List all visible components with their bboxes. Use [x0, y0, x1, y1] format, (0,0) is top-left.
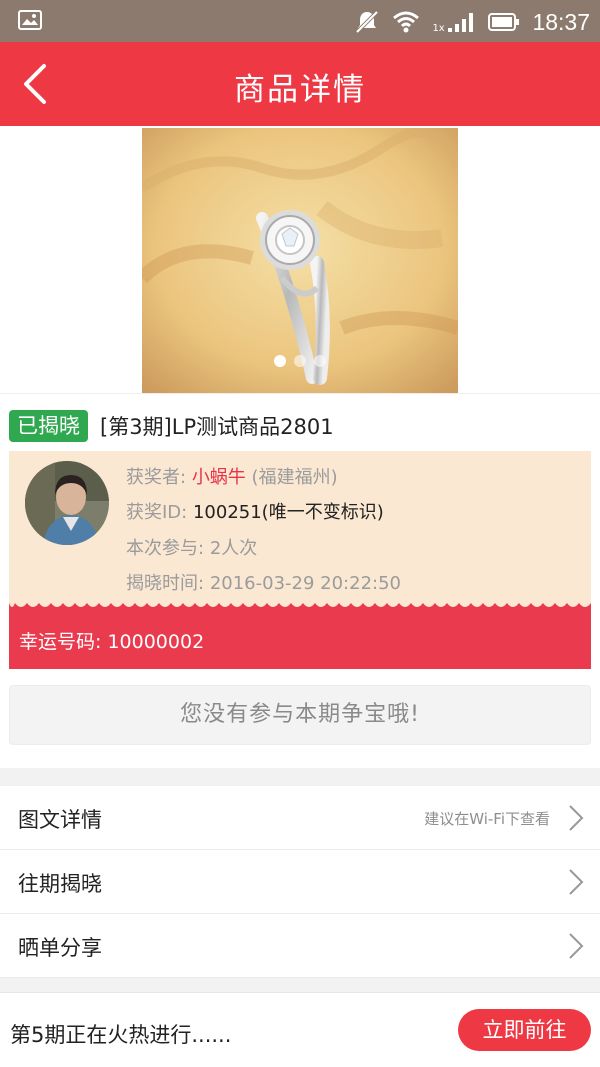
- page-title: 商品详情: [234, 72, 366, 108]
- status-bar: 1x 18:37: [0, 0, 600, 42]
- menu-item-past-results[interactable]: 往期揭晓: [0, 850, 600, 914]
- go-now-button[interactable]: 立即前往: [458, 1009, 591, 1051]
- menu-item-label: 往期揭晓: [18, 872, 102, 896]
- lucky-number-value: 10000002: [107, 631, 205, 653]
- carousel-dot[interactable]: [274, 355, 286, 367]
- chevron-right-icon: [569, 869, 584, 895]
- participation-label: 本次参与:: [126, 538, 205, 559]
- menu-item-share[interactable]: 晒单分享: [0, 914, 600, 978]
- winner-row: 获奖者: 小蜗牛 (福建福州): [126, 463, 338, 489]
- reveal-time-label: 揭晓时间:: [126, 573, 205, 594]
- lucky-number: 幸运号码: 10000002: [19, 627, 204, 654]
- participation-value: 2人次: [209, 538, 258, 559]
- winner-label: 获奖者:: [126, 467, 187, 488]
- chevron-right-icon: [569, 933, 584, 959]
- not-participated-notice: 您没有参与本期争宝哦!: [9, 685, 591, 745]
- carousel-dots: [0, 355, 600, 367]
- winner-id-value: 100251(唯一不变标识): [192, 502, 384, 523]
- menu-item-hint: 建议在Wi-Fi下查看: [424, 810, 550, 828]
- carousel-dot[interactable]: [294, 355, 306, 367]
- app-header: 商品详情: [0, 42, 600, 126]
- winner-name[interactable]: 小蜗牛: [192, 467, 246, 488]
- winner-id-label: 获奖ID:: [126, 502, 188, 523]
- winner-card: 获奖者: 小蜗牛 (福建福州) 获奖ID: 100251(唯一不变标识) 本次参…: [9, 451, 591, 669]
- reveal-time-row: 揭晓时间: 2016-03-29 20:22:50: [126, 569, 401, 595]
- gallery-notification-icon: [18, 10, 42, 30]
- clock: 18:37: [532, 8, 590, 35]
- cell-signal-icon: 1x: [432, 10, 476, 34]
- wifi-icon: [393, 11, 420, 33]
- battery-icon: [488, 13, 520, 31]
- lucky-number-bar: 幸运号码: 10000002: [9, 609, 591, 669]
- product-gallery[interactable]: [0, 126, 600, 394]
- carrier-badge: 1x: [432, 23, 445, 34]
- current-round-text: 第5期正在火热进行......: [10, 1023, 232, 1047]
- product-image[interactable]: [142, 128, 458, 393]
- chevron-right-icon: [569, 805, 584, 831]
- reveal-time-value: 2016-03-29 20:22:50: [209, 573, 401, 594]
- product-title-row: 已揭晓 [第3期]LP测试商品2801: [0, 404, 600, 448]
- avatar[interactable]: [25, 461, 109, 545]
- mute-icon: [356, 10, 379, 34]
- menu-item-label: 晒单分享: [18, 936, 102, 960]
- participation-row: 本次参与: 2人次: [126, 534, 257, 560]
- winner-info-panel: 获奖者: 小蜗牛 (福建福州) 获奖ID: 100251(唯一不变标识) 本次参…: [9, 451, 591, 609]
- bottom-bar: 第5期正在火热进行...... 立即前往: [0, 992, 600, 1067]
- status-badge: 已揭晓: [9, 410, 88, 442]
- carousel-dot[interactable]: [314, 355, 326, 367]
- status-icons: 1x 18:37: [354, 8, 590, 36]
- lucky-number-label: 幸运号码:: [19, 631, 102, 653]
- winner-location: (福建福州): [251, 467, 338, 488]
- section-divider: [0, 978, 600, 992]
- menu-item-details[interactable]: 图文详情 建议在Wi-Fi下查看: [0, 786, 600, 850]
- winner-id-row: 获奖ID: 100251(唯一不变标识): [126, 498, 384, 524]
- section-divider: [0, 768, 600, 786]
- menu-item-label: 图文详情: [18, 808, 102, 832]
- product-title: [第3期]LP测试商品2801: [100, 415, 334, 439]
